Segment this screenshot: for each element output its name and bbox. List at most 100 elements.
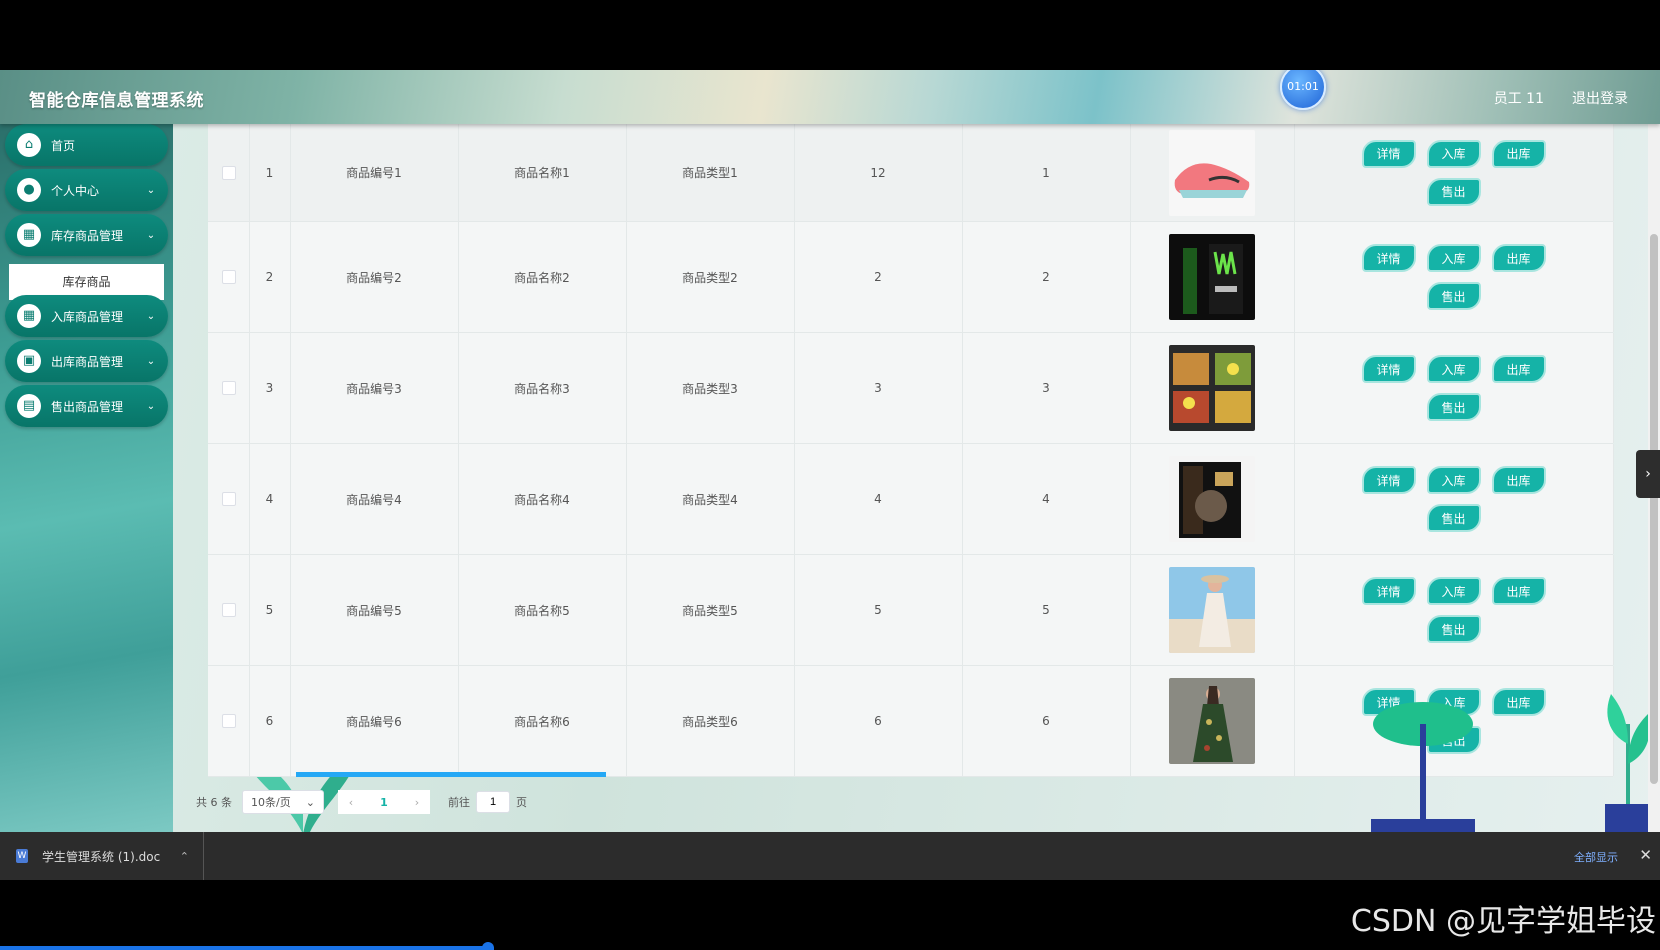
- sidebar-item-home[interactable]: ⌂ 首页: [5, 124, 168, 166]
- sidebar-item-personal-center[interactable]: ● 个人中心 ⌄: [5, 169, 168, 211]
- sell-button[interactable]: 售出: [1426, 615, 1481, 643]
- page-number-current[interactable]: 1: [364, 790, 404, 814]
- row-checkbox[interactable]: [221, 165, 236, 180]
- cell-name: 商品名称1: [458, 124, 627, 221]
- actions-cell: 详情入库出库售出: [1294, 333, 1614, 443]
- sell-button[interactable]: 售出: [1426, 393, 1481, 421]
- watermark: CSDN @见字学姐毕设: [1350, 904, 1656, 939]
- stock-out-button[interactable]: 出库: [1491, 355, 1546, 383]
- detail-button[interactable]: 详情: [1361, 244, 1416, 272]
- stock-in-button[interactable]: 入库: [1426, 244, 1481, 272]
- select-cell: [208, 124, 250, 221]
- pagination: 共 6 条 10条/页 ⌄ ‹ 1 › 前往 页: [196, 789, 527, 815]
- cell-code: 商品编号1: [290, 124, 459, 221]
- product-image: [1169, 567, 1255, 653]
- cell-index: 3: [249, 333, 291, 443]
- cell-qty: 12: [794, 124, 963, 221]
- cell-val: 4: [962, 444, 1131, 554]
- next-page-button[interactable]: ›: [404, 790, 430, 814]
- sell-button[interactable]: 售出: [1426, 504, 1481, 532]
- cell-name: 商品名称3: [458, 333, 627, 443]
- stock-in-button[interactable]: 入库: [1426, 139, 1481, 168]
- stock-out-button[interactable]: 出库: [1491, 466, 1546, 494]
- cell-code: 商品编号4: [290, 444, 459, 554]
- stock-in-button[interactable]: 入库: [1426, 466, 1481, 494]
- side-panel-toggle-chevron-right-icon[interactable]: ›: [1636, 450, 1660, 498]
- cell-code: 商品编号5: [290, 555, 459, 665]
- sidebar: ⌂ 首页 ● 个人中心 ⌄ ▦ 库存商品管理 ⌄ 库存商品 ▦ 入库商品管理 ⌄…: [0, 124, 173, 832]
- cell-code: 商品编号6: [290, 666, 459, 776]
- sidebar-item-label: 库存商品管理: [51, 228, 124, 243]
- sidebar-item-outbound[interactable]: ▣ 出库商品管理 ⌄: [5, 340, 168, 382]
- stock-out-button[interactable]: 出库: [1491, 688, 1546, 716]
- floating-clock-badge[interactable]: 01:01: [1280, 70, 1326, 110]
- stock-out-button[interactable]: 出库: [1491, 577, 1546, 605]
- user-icon: ●: [17, 178, 41, 202]
- cell-index: 2: [249, 222, 291, 332]
- sidebar-item-inventory[interactable]: ▦ 库存商品管理 ⌄: [5, 214, 168, 256]
- cell-code: 商品编号2: [290, 222, 459, 332]
- cell-qty: 2: [794, 222, 963, 332]
- main-content: 1 商品编号1 商品名称1 商品类型1 12 1 详情 入库 出库 售出 2 商品编号2 商品名称2 商品…: [173, 124, 1660, 832]
- chevron-down-icon: ⌄: [146, 184, 156, 196]
- cell-index: 6: [249, 666, 291, 776]
- download-item[interactable]: W 学生管理系统 (1).doc ⌃: [0, 832, 204, 880]
- sidebar-item-inbound[interactable]: ▦ 入库商品管理 ⌄: [5, 295, 168, 337]
- table-row: 1 商品编号1 商品名称1 商品类型1 12 1 详情 入库 出库 售出: [208, 124, 1614, 222]
- app-title: 智能仓库信息管理系统: [29, 91, 204, 111]
- row-checkbox[interactable]: [221, 603, 236, 617]
- chat-icon: ▣: [17, 349, 41, 373]
- close-icon[interactable]: ✕: [1639, 846, 1652, 864]
- cell-type: 商品类型5: [626, 555, 795, 665]
- briefcase-icon: ▤: [17, 394, 41, 418]
- goto-page-input[interactable]: [476, 791, 510, 813]
- video-progress-handle[interactable]: [482, 942, 494, 950]
- cell-index: 4: [249, 444, 291, 554]
- stock-in-button[interactable]: 入库: [1426, 577, 1481, 605]
- sell-button[interactable]: 售出: [1426, 282, 1481, 310]
- page-size-value: 10条/页: [251, 796, 291, 809]
- stock-out-button[interactable]: 出库: [1491, 244, 1546, 272]
- page-size-select[interactable]: 10条/页 ⌄: [242, 790, 324, 814]
- show-all-link[interactable]: 全部显示: [1574, 849, 1618, 865]
- download-filename: 学生管理系统 (1).doc: [42, 849, 161, 864]
- cell-qty: 5: [794, 555, 963, 665]
- logout-link[interactable]: 退出登录: [1572, 88, 1628, 108]
- cell-val: 1: [962, 124, 1131, 221]
- detail-button[interactable]: 详情: [1361, 355, 1416, 383]
- row-checkbox[interactable]: [221, 714, 236, 728]
- row-checkbox[interactable]: [221, 492, 236, 506]
- sidebar-item-label: 首页: [51, 138, 76, 153]
- stock-out-button[interactable]: 出库: [1491, 139, 1546, 168]
- table-row: 5 商品编号5 商品名称5 商品类型5 5 5 详情 入库 出库 售出: [208, 555, 1614, 666]
- detail-button[interactable]: 详情: [1361, 466, 1416, 494]
- sidebar-item-label: 售出商品管理: [51, 399, 124, 414]
- table-row: 2 商品编号2 商品名称2 商品类型2 2 2 详情 入库 出库 售出: [208, 222, 1614, 333]
- cell-name: 商品名称4: [458, 444, 627, 554]
- grid-icon: ▦: [17, 304, 41, 328]
- grid-icon: ▦: [17, 223, 41, 247]
- sidebar-item-label: 个人中心: [51, 183, 100, 198]
- chevron-down-icon: ⌄: [146, 310, 156, 322]
- sidebar-item-sold[interactable]: ▤ 售出商品管理 ⌄: [5, 385, 168, 427]
- image-cell: [1130, 222, 1295, 332]
- actions-cell: 详情入库出库售出: [1294, 222, 1614, 332]
- chevron-up-icon[interactable]: ⌃: [180, 850, 189, 863]
- detail-button[interactable]: 详情: [1361, 577, 1416, 605]
- cell-qty: 4: [794, 444, 963, 554]
- row-checkbox[interactable]: [221, 270, 236, 284]
- cell-val: 5: [962, 555, 1131, 665]
- stock-in-button[interactable]: 入库: [1426, 355, 1481, 383]
- video-progress-bar[interactable]: [0, 946, 490, 950]
- sell-button[interactable]: 售出: [1426, 177, 1481, 206]
- document-icon: W: [16, 849, 28, 863]
- row-checkbox[interactable]: [221, 381, 236, 395]
- goto-suffix: 页: [516, 796, 527, 809]
- scrollbar-thumb[interactable]: [1650, 234, 1658, 784]
- select-cell: [208, 666, 250, 776]
- cell-val: 3: [962, 333, 1131, 443]
- detail-button[interactable]: 详情: [1361, 139, 1416, 168]
- prev-page-button[interactable]: ‹: [338, 790, 364, 814]
- actions-cell: 详情入库出库售出: [1294, 124, 1614, 221]
- plant-decoration: [1371, 702, 1475, 832]
